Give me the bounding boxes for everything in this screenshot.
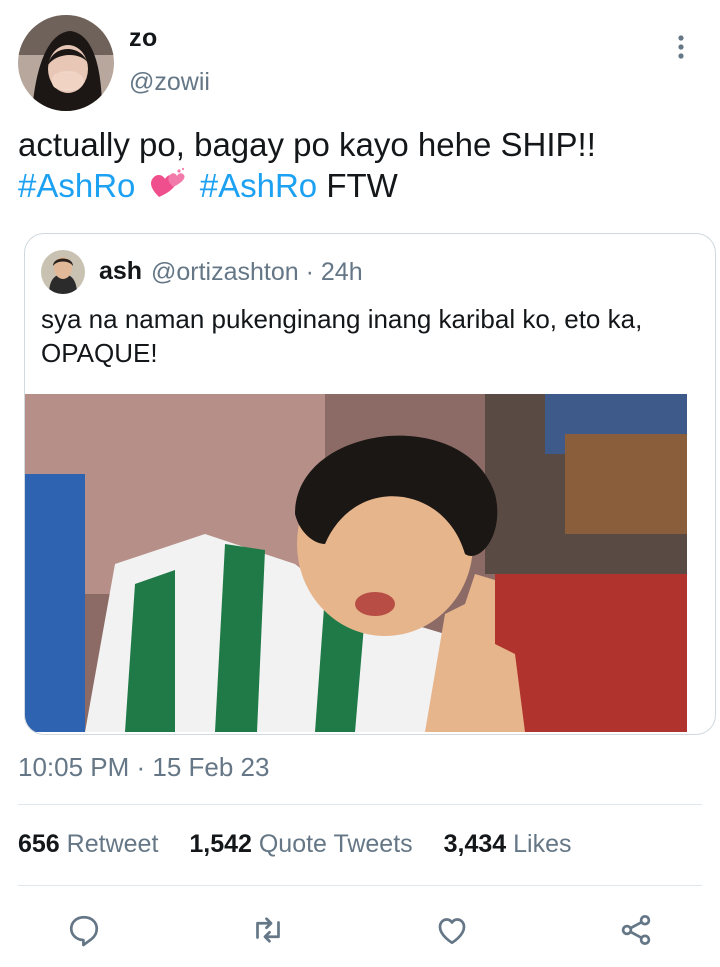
likes-count: 3,434 — [443, 830, 507, 858]
share-icon — [621, 915, 651, 945]
quoted-author-name[interactable]: ash — [99, 257, 142, 286]
retweet-icon — [256, 917, 280, 943]
quote-tweets-count: 1,542 — [189, 830, 252, 858]
more-vertical-icon — [678, 35, 684, 59]
quoted-tweet-text: sya na naman pukenginang inang karibal k… — [41, 304, 643, 368]
retweet-button[interactable] — [248, 910, 288, 950]
tweet-timestamp[interactable]: 10:05 PM · 15 Feb 23 — [18, 752, 269, 783]
two-hearts-emoji — [149, 167, 187, 210]
retweet-stat[interactable]: 656 Retweet — [18, 830, 158, 858]
divider — [18, 885, 702, 886]
likes-label: Likes — [513, 830, 572, 858]
quoted-author-avatar[interactable] — [41, 250, 85, 294]
retweet-count: 656 — [18, 830, 60, 858]
divider — [18, 804, 702, 805]
quote-tweets-stat[interactable]: 1,542 Quote Tweets — [189, 830, 412, 858]
reply-button[interactable] — [64, 910, 104, 950]
hashtag-link[interactable]: #AshRo — [18, 167, 135, 204]
more-options-button[interactable] — [670, 35, 692, 59]
tweet-stats: 656 Retweet 1,542 Quote Tweets 3,434 Lik… — [18, 830, 596, 859]
quote-tweets-label: Quote Tweets — [258, 830, 413, 858]
avatar-image — [41, 250, 85, 294]
tweet-text: actually po, bagay po kayo hehe SHIP!! #… — [18, 124, 708, 210]
avatar-image — [18, 15, 114, 111]
retweet-label: Retweet — [66, 830, 159, 858]
like-icon — [438, 918, 466, 945]
author-display-name[interactable]: zo — [129, 24, 158, 53]
quoted-tweet-photo[interactable] — [25, 394, 687, 732]
tweet-text-suffix: FTW — [326, 167, 398, 204]
author-handle[interactable]: @zowii — [129, 68, 210, 97]
quoted-author-meta: @ortizashton · 24h — [151, 258, 363, 287]
hashtag-link[interactable]: #AshRo — [200, 167, 317, 204]
likes-stat[interactable]: 3,434 Likes — [444, 830, 572, 858]
quoted-tweet-card[interactable]: ash @ortizashton · 24h sya na naman puke… — [24, 233, 716, 735]
tweet-text-body: actually po, bagay po kayo hehe SHIP!! — [18, 126, 596, 163]
photo-image — [25, 394, 687, 732]
author-avatar[interactable] — [18, 15, 114, 111]
like-button[interactable] — [432, 910, 472, 950]
reply-icon — [69, 915, 99, 947]
share-button[interactable] — [616, 910, 656, 950]
quoted-time: · 24h — [305, 258, 363, 286]
quoted-author-handle[interactable]: @ortizashton — [151, 258, 299, 286]
